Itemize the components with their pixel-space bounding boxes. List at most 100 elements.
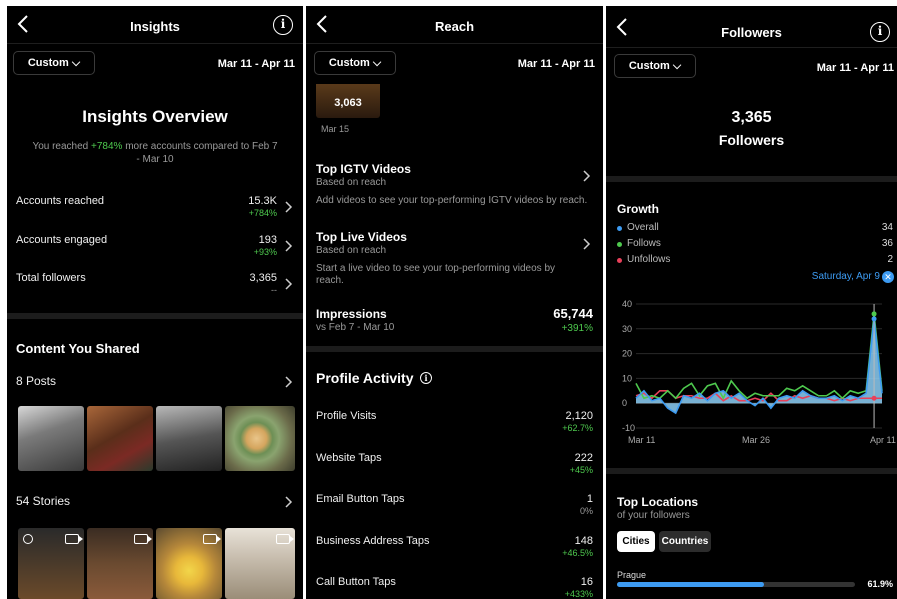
custom-label: Custom [628,60,670,72]
section-divider [7,313,303,319]
unfollows-dot-icon [617,258,622,263]
date-range: Mar 11 - Apr 11 [517,58,595,70]
chevron-right-icon [583,238,591,250]
row-accounts-engaged[interactable]: Accounts engaged 193 +93% [7,231,303,261]
activity-row[interactable]: Website Taps 222 +45% [306,446,603,476]
activity-change: 0% [579,506,593,516]
row-label: Total followers [16,272,86,284]
overview-pct: +784% [91,141,123,152]
selection-point-overall [871,316,877,322]
activity-row[interactable]: Email Button Taps 1 0% [306,487,603,517]
followers-header: Followers i [606,6,897,48]
growth-title: Growth [617,202,659,216]
info-icon[interactable]: i [870,22,890,42]
activity-label: Email Button Taps [316,493,405,505]
activity-row[interactable]: Call Button Taps 16 +433% [306,570,603,599]
legend-label: Follows [627,238,661,249]
y-tick-label: 30 [622,324,632,334]
legend-overall: Overall 34 [606,222,897,238]
chevron-down-icon: ⌵ [71,57,81,69]
chevron-right-icon [583,170,591,182]
info-icon[interactable]: i [420,372,432,384]
locations-subtitle: of your followers [617,510,690,521]
y-tick-label: 0 [622,398,627,408]
posts-row[interactable]: 8 Posts [7,371,303,393]
activity-change: +45% [569,465,593,475]
series-line-follows [635,313,883,401]
profile-activity-label: Profile Activity [316,370,414,386]
story-thumbnail[interactable] [18,528,84,599]
row-value: 193 [258,234,277,246]
overview-post2: - Mar 10 [136,154,174,165]
chevron-right-icon [285,376,293,388]
x-tick-label: Apr 11 [870,435,896,445]
locations-title: Top Locations [617,495,699,509]
row-value: 15.3K [248,195,277,207]
followers-count: 3,365 [731,109,772,126]
top-igtv-videos-row[interactable]: Top IGTV Videos Based on reach [306,160,603,192]
story-thumbnail[interactable] [87,528,153,599]
post-thumbnail[interactable] [87,406,153,471]
story-reach-value: 3,063 [334,97,362,109]
section-divider [606,176,897,182]
activity-change: +62.7% [562,423,593,433]
video-camera-icon [65,534,83,544]
chevron-down-icon: ⌵ [372,57,382,69]
impressions-subtitle: vs Feb 7 - Mar 10 [316,322,395,333]
custom-date-button[interactable]: Custom ⌵ [614,54,696,78]
row-accounts-reached[interactable]: Accounts reached 15.3K +784% [7,192,303,222]
selected-date: Saturday, Apr 9 [811,271,880,282]
city-percentage: 61.9% [867,579,893,589]
section-divider [306,346,603,352]
story-thumbnail[interactable]: 3,063 [316,84,380,118]
section-divider [606,468,897,474]
tab-countries[interactable]: Countries [659,531,711,552]
custom-label: Custom [328,57,370,69]
avatar [23,534,33,544]
city-name: Prague [617,570,647,580]
tab-cities[interactable]: Cities [617,531,655,552]
page-title: Followers [721,25,782,40]
row-change: +93% [253,247,277,257]
y-tick-label: 40 [622,299,632,309]
overview-text: You reached +784% more accounts compared… [15,140,295,166]
follows-dot-icon [617,242,622,247]
activity-row[interactable]: Business Address Taps 148 +46.5% [306,529,603,559]
overview-pre: You reached [32,141,92,152]
stories-row[interactable]: 54 Stories [7,491,303,513]
profile-activity-title: Profile Activity i [316,370,432,386]
stories-label: 54 Stories [16,494,71,508]
story-thumbnail[interactable] [225,528,295,599]
custom-date-button[interactable]: Custom ⌵ [314,51,396,75]
post-thumbnail[interactable] [156,406,222,471]
insights-panel: Insights i Custom ⌵ Mar 11 - Apr 11 Insi… [7,6,303,599]
selection-point-follows [871,311,877,317]
row-total-followers[interactable]: Total followers 3,365 -- [7,269,303,299]
activity-value: 16 [580,576,593,588]
activity-row[interactable]: Profile Visits 2,120 +62.7% [306,404,603,434]
igtv-subtitle: Based on reach [316,177,387,188]
city-bar-fill [617,582,765,587]
overall-dot-icon [617,226,622,231]
chevron-down-icon: ⌵ [672,60,682,72]
post-thumbnail[interactable] [225,406,295,471]
story-thumbnail[interactable] [156,528,222,599]
activity-label: Profile Visits [316,410,377,422]
date-range: Mar 11 - Apr 11 [816,62,894,74]
custom-date-button[interactable]: Custom ⌵ [13,51,95,75]
live-subtitle: Based on reach [316,245,387,256]
activity-change: +46.5% [562,548,593,558]
followers-panel: Followers i Custom ⌵ Mar 11 - Apr 11 3,3… [606,6,897,599]
row-label: Accounts engaged [16,234,108,246]
chevron-right-icon [285,240,293,252]
activity-label: Website Taps [316,452,382,464]
info-icon[interactable]: i [273,15,293,35]
post-thumbnail[interactable] [18,406,84,471]
activity-value: 1 [586,493,593,505]
live-title: Top Live Videos [316,230,407,244]
growth-chart[interactable]: 40 30 20 10 0 -10 Mar 11 Mar 26 Apr 11 [606,288,897,448]
row-change: -- [271,285,277,295]
top-live-videos-row[interactable]: Top Live Videos Based on reach [306,228,603,260]
x-tick-label: Mar 11 [628,435,655,445]
clear-selection-icon[interactable]: ✕ [882,271,894,283]
